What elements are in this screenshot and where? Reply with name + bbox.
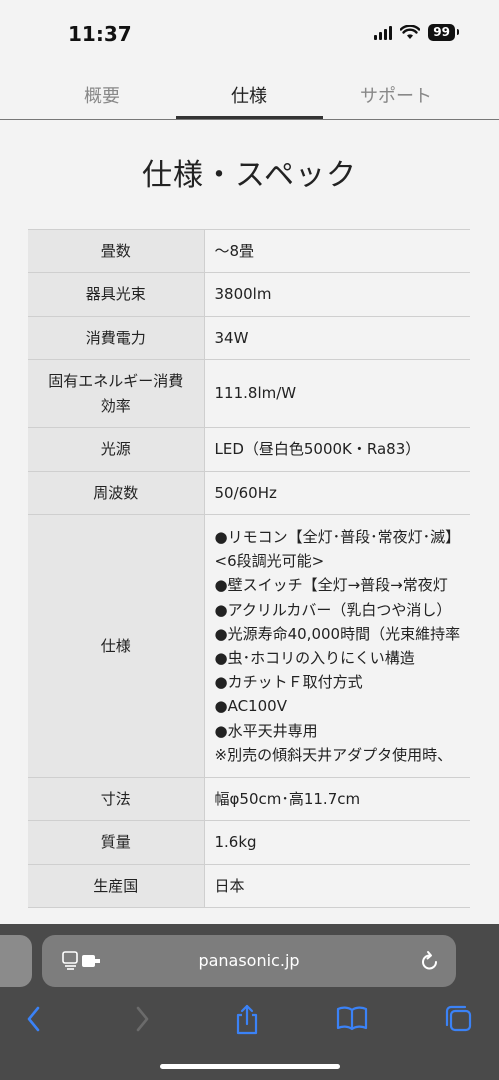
- browser-bottom-bar: panasonic.jp: [0, 924, 499, 1080]
- spec-label-line: 寸法: [100, 789, 131, 808]
- spec-label-line: 器具光束: [85, 285, 146, 304]
- spec-value-line: ●水平天井専用: [214, 721, 318, 740]
- address-bar[interactable]: panasonic.jp: [42, 935, 456, 987]
- spec-label-line: 質量: [100, 833, 131, 852]
- spec-label-line: 固有エネルギー消費: [48, 372, 184, 391]
- spec-value-line: 1.6kg: [214, 833, 257, 852]
- spec-value-line: ●光源寿命40,000時間（光束維持率: [214, 624, 461, 643]
- share-icon[interactable]: [234, 1004, 260, 1036]
- spec-value-line: 日本: [214, 876, 245, 895]
- forward-icon[interactable]: [132, 1004, 152, 1034]
- spec-row: 畳数 〜8畳: [28, 229, 470, 273]
- spec-label: 光源: [28, 427, 205, 472]
- battery-indicator: 99: [428, 24, 459, 41]
- page-title: 仕様・スペック: [142, 158, 357, 193]
- spec-label: 寸法: [28, 777, 205, 821]
- spec-label: 固有エネルギー消費 効率: [28, 359, 205, 428]
- spec-label-line: 光源: [100, 440, 131, 459]
- spec-label-line: 畳数: [100, 241, 131, 260]
- section-tabs: 概要 仕様 サポート: [0, 68, 499, 120]
- spec-row: 固有エネルギー消費 効率 111.8lm/W: [28, 359, 470, 428]
- back-icon[interactable]: [24, 1004, 44, 1034]
- active-tab-indicator: [176, 116, 323, 119]
- browser-toolbar: [0, 998, 499, 1048]
- reload-icon[interactable]: [420, 950, 440, 972]
- spec-value-line: ●虫･ホコリの入りにくい構造: [214, 649, 415, 667]
- spec-value-line: LED（昼白色5000K・Ra83）: [214, 440, 421, 459]
- tab-specs[interactable]: 仕様: [174, 82, 324, 108]
- spec-label: 畳数: [28, 229, 205, 273]
- spec-value-line: ●カチットＦ取付方式: [214, 673, 363, 692]
- home-indicator: [160, 1064, 340, 1069]
- spec-label-line: 消費電力: [85, 328, 146, 347]
- spec-row: 光源 LED（昼白色5000K・Ra83）: [28, 427, 470, 472]
- spec-value: LED（昼白色5000K・Ra83）: [204, 427, 470, 472]
- spec-label-line: 生産国: [93, 876, 139, 895]
- spec-value: 日本: [204, 864, 470, 908]
- spec-row: 生産国 日本: [28, 864, 470, 908]
- tab-overview[interactable]: 概要: [27, 82, 177, 108]
- status-time: 11:37: [68, 22, 132, 46]
- spec-row: 消費電力 34W: [28, 316, 470, 360]
- spec-value-line: 〜8畳: [214, 241, 255, 260]
- wifi-icon: [400, 25, 421, 39]
- spec-row: 寸法 幅φ50cm･高11.7cm: [28, 777, 470, 821]
- url-text: panasonic.jp: [198, 951, 300, 970]
- spec-value-line: ●壁スイッチ【全灯→普段→常夜灯: [214, 576, 448, 595]
- spec-value-line: 50/60Hz: [214, 483, 277, 502]
- spec-value-line: 幅φ50cm･高11.7cm: [214, 789, 361, 808]
- spec-label: 生産国: [28, 864, 205, 908]
- spec-value: 34W: [204, 316, 470, 360]
- spec-value-line: ※別売の傾斜天井アダプタ使用時、: [214, 745, 453, 764]
- spec-label: 消費電力: [28, 316, 205, 360]
- tab-support[interactable]: サポート: [321, 82, 471, 108]
- spec-value-line: 34W: [214, 328, 249, 347]
- spec-row: 仕様 ●リモコン【全灯･普段･常夜灯･滅】 <6段調光可能> ●壁スイッチ【全灯→普段…: [28, 514, 470, 778]
- spec-row: 器具光束 3800lm: [28, 272, 470, 317]
- spec-row: 質量 1.6kg: [28, 820, 470, 865]
- spec-value-line: 111.8lm/W: [214, 384, 297, 403]
- spec-value-line: <6段調光可能>: [214, 552, 325, 571]
- spec-row: 周波数 50/60Hz: [28, 471, 470, 515]
- spec-label: 質量: [28, 820, 205, 865]
- tabs-icon[interactable]: [444, 1004, 474, 1034]
- bookmarks-icon[interactable]: [336, 1004, 368, 1032]
- spec-value: 幅φ50cm･高11.7cm: [204, 777, 470, 821]
- spec-label: 器具光束: [28, 272, 205, 317]
- status-bar: 11:37 99: [0, 0, 499, 68]
- spec-label-line: 仕様: [100, 636, 131, 655]
- cellular-signal-icon: [374, 25, 393, 40]
- status-icons: 99: [374, 24, 459, 41]
- spec-value-line: 3800lm: [214, 285, 272, 304]
- spec-label: 仕様: [28, 514, 205, 778]
- spec-value: 111.8lm/W: [204, 359, 470, 428]
- spec-value: 50/60Hz: [204, 471, 470, 515]
- spec-value: 3800lm: [204, 272, 470, 317]
- spec-label-line: 周波数: [93, 483, 139, 502]
- spec-value-line: ●リモコン【全灯･普段･常夜灯･滅】: [214, 527, 461, 546]
- previous-tab-peek[interactable]: [0, 935, 32, 987]
- spec-label-line: 効率: [100, 396, 131, 415]
- spec-table: 畳数 〜8畳器具光束 3800lm 消費電力 34W 固有エネルギー消費 効率 111.8lm…: [28, 229, 470, 908]
- spec-value: ●リモコン【全灯･普段･常夜灯･滅】 <6段調光可能> ●壁スイッチ【全灯→普段→常…: [204, 514, 470, 778]
- spec-value: 〜8畳: [204, 229, 470, 273]
- spec-value: 1.6kg: [204, 820, 470, 865]
- spec-value-line: ●アクリルカバー（乳白つや消し）: [214, 600, 452, 619]
- spec-label: 周波数: [28, 471, 205, 515]
- spec-value-line: ●AC100V: [214, 697, 287, 716]
